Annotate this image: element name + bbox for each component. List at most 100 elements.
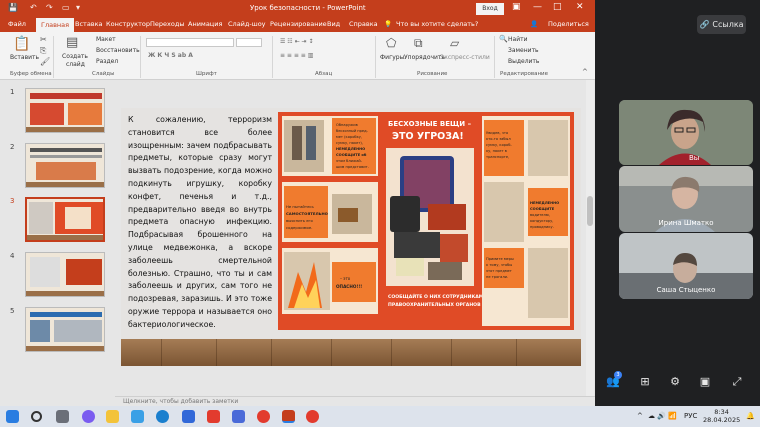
yandex-icon[interactable]	[207, 410, 220, 423]
close-icon[interactable]: ✕	[576, 2, 584, 12]
select-button[interactable]: Выделить	[508, 58, 539, 65]
file-explorer-icon[interactable]	[106, 410, 119, 423]
slideshow-start-icon[interactable]: ▭	[62, 3, 70, 12]
tab-file[interactable]: Файл	[8, 20, 26, 28]
screen: 🔗 Ссылка Вы Ирина Шматко Саша Стыценко 👥…	[0, 0, 760, 427]
tab-slideshow[interactable]: Слайд-шоу	[228, 20, 266, 28]
slide-body-text[interactable]: К сожалению, терроризм становится все бо…	[128, 114, 272, 332]
slide-thumbnail[interactable]	[25, 88, 105, 133]
poster-left-text-1f: СООБЩИТЕ об	[336, 153, 367, 157]
clock-date: 28.04.2025	[703, 416, 741, 424]
fullscreen-icon[interactable]: ⤢	[730, 375, 744, 389]
new-slide-button[interactable]: Создать	[62, 53, 88, 60]
save-icon[interactable]: 💾	[8, 3, 18, 12]
format-painter-icon[interactable]: 🖌	[40, 57, 50, 66]
poster-image[interactable]: Обнаружив бесхозный пред- мет (коробку, …	[278, 112, 574, 330]
tab-insert[interactable]: Вставка	[75, 20, 103, 28]
login-button[interactable]: Вход	[476, 3, 504, 15]
yandex-browser-2-icon[interactable]	[306, 410, 319, 423]
task-view-icon[interactable]	[56, 410, 69, 423]
notes-pane[interactable]: Щелкните, чтобы добавить заметки	[115, 396, 595, 406]
slide-thumbnail-selected[interactable]	[25, 197, 105, 242]
collapse-ribbon-icon[interactable]: ^	[582, 68, 588, 76]
settings-icon[interactable]: ⚙	[668, 375, 682, 389]
copy-icon[interactable]: ⎘	[40, 46, 46, 56]
tray-icons[interactable]: ☁ 🔊 📶	[648, 412, 677, 420]
quick-styles-icon[interactable]: ▱	[450, 36, 459, 50]
notifications-icon[interactable]: 🔔	[746, 412, 755, 420]
search-icon[interactable]	[31, 411, 42, 422]
taskbar: ^ ☁ 🔊 📶 РУС 8:34 28.04.2025 🔔	[0, 406, 760, 427]
cut-icon[interactable]: ✂	[40, 35, 47, 44]
poster-left-text-1b: бесхозный пред-	[336, 129, 369, 133]
ribbon-tabs: Файл Главная Вставка Конструктор Переход…	[0, 18, 595, 32]
poster-left-text-2b: САМОСТОЯТЕЛЬНО	[286, 211, 329, 216]
vertical-scrollbar[interactable]	[586, 80, 594, 396]
customize-qat-icon[interactable]: ▾	[76, 3, 80, 12]
participant-tile-sasha[interactable]: Саша Стыценко	[619, 233, 753, 299]
participant-tile-irina[interactable]: Ирина Шматко	[619, 166, 753, 232]
powerpoint-icon[interactable]	[282, 410, 295, 423]
paste-button[interactable]: Вставить	[10, 54, 39, 61]
ribbon-display-icon[interactable]: ▣	[512, 2, 521, 12]
tab-view[interactable]: Вид	[327, 20, 340, 28]
slide-thumbnail[interactable]	[25, 252, 105, 297]
undo-icon[interactable]: ↶	[30, 3, 37, 12]
quick-styles-button[interactable]: Экспресс-стили	[440, 54, 490, 61]
font-size-combo[interactable]	[236, 38, 262, 47]
participant-tile-self[interactable]: Вы	[619, 100, 753, 165]
arrange-icon[interactable]: ⧉	[414, 36, 423, 51]
slide-number: 3	[10, 197, 15, 205]
scrollbar-thumb[interactable]	[587, 196, 593, 226]
tab-home[interactable]: Главная	[36, 18, 75, 32]
slide-canvas[interactable]: К сожалению, терроризм становится все бо…	[121, 108, 581, 366]
shapes-icon[interactable]: ⬠	[386, 36, 396, 50]
yandex-browser-icon[interactable]	[257, 410, 270, 423]
tab-help[interactable]: Справка	[349, 20, 378, 28]
replace-button[interactable]: Заменить	[508, 47, 539, 54]
layout-button[interactable]: Макет	[96, 36, 116, 43]
alignment-buttons[interactable]: ≡ ≡ ≡ ≡ ▥	[280, 52, 313, 59]
tray-arrow-icon[interactable]: ^	[637, 412, 643, 420]
tab-design[interactable]: Конструктор	[106, 20, 150, 28]
slide-thumbnail[interactable]	[25, 307, 105, 352]
copilot-icon[interactable]	[82, 410, 95, 423]
language-indicator[interactable]: РУС	[684, 412, 697, 420]
share-button[interactable]: Поделиться	[548, 20, 589, 28]
font-format-buttons[interactable]: Ж К Ч S ab A	[148, 52, 193, 59]
tab-transitions[interactable]: Переходы	[150, 20, 184, 28]
windows-start-icon[interactable]	[6, 410, 19, 423]
poster-left-text-1d: сумку, пакет),	[336, 141, 363, 145]
find-button[interactable]: Найти	[508, 36, 527, 43]
link-icon: 🔗	[699, 20, 710, 29]
minimize-icon[interactable]: —	[533, 2, 542, 12]
slide-thumbnail[interactable]	[25, 143, 105, 188]
search-icon: 🔍	[499, 35, 508, 43]
thumbnail-preview	[26, 89, 104, 132]
grid-view-icon[interactable]: ⊞	[638, 375, 652, 389]
tab-review[interactable]: Рецензирование	[270, 20, 327, 28]
new-slide-icon[interactable]: ▤	[66, 35, 78, 50]
wooden-floor	[121, 339, 581, 366]
link-button[interactable]: 🔗 Ссылка	[697, 15, 746, 34]
arrange-button[interactable]: Упорядочить	[404, 54, 445, 61]
section-button[interactable]: Раздел	[96, 58, 118, 65]
participants-badge: 3	[614, 371, 622, 379]
divider	[53, 36, 54, 78]
maximize-icon[interactable]: □	[553, 2, 562, 12]
screen-share-icon[interactable]: ▣	[698, 375, 712, 389]
font-name-combo[interactable]	[146, 38, 234, 47]
redo-icon[interactable]: ↷	[46, 3, 53, 12]
store-icon[interactable]	[182, 410, 195, 423]
shapes-button[interactable]: Фигуры	[380, 54, 404, 61]
chat-icon[interactable]	[131, 410, 144, 423]
tell-me-search[interactable]: Что вы хотите сделать?	[396, 20, 478, 28]
reset-button[interactable]: Восстановить	[96, 47, 140, 54]
group-label-paragraph: Абзац	[315, 71, 333, 77]
paragraph-buttons[interactable]: ☰ ☷ ⇤ ⇥ ↕	[280, 38, 313, 45]
tab-animations[interactable]: Анимация	[188, 20, 222, 28]
clock[interactable]: 8:34 28.04.2025	[703, 408, 740, 424]
paste-icon[interactable]: 📋	[13, 36, 30, 52]
edge-icon[interactable]	[156, 410, 169, 423]
mail-icon[interactable]	[232, 410, 245, 423]
